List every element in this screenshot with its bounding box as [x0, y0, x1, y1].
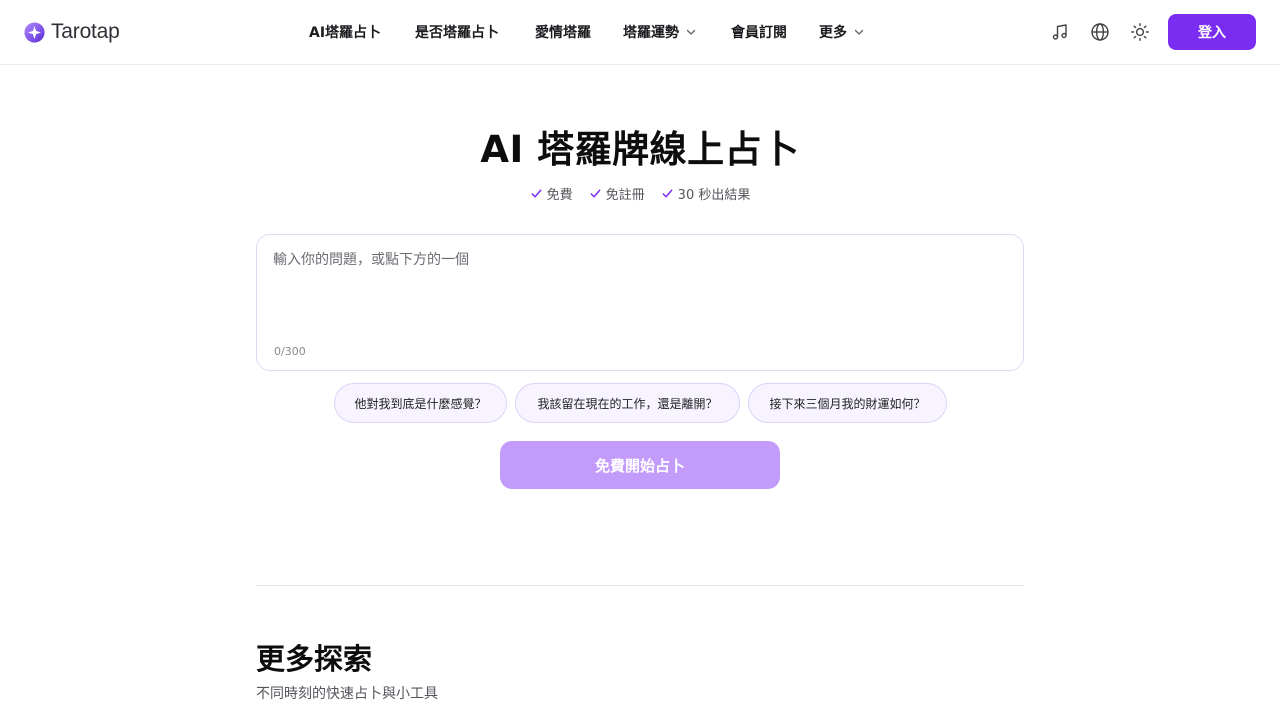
theme-toggle-button[interactable]	[1128, 20, 1152, 44]
nav-item-more[interactable]: 更多	[819, 22, 865, 42]
suggestion-chip[interactable]: 接下來三個月我的財運如何？	[748, 383, 947, 423]
nav-item-label: 愛情塔羅	[535, 25, 591, 41]
check-icon	[531, 189, 542, 197]
start-reading-button[interactable]: 免費開始占卜	[500, 441, 780, 489]
section-divider	[256, 585, 1024, 586]
feature-label: 30 秒出結果	[677, 187, 751, 203]
check-icon	[590, 189, 601, 197]
nav-item-membership[interactable]: 會員訂閱	[731, 22, 787, 42]
chevron-down-icon	[686, 29, 696, 35]
feature-item: 免費	[530, 183, 573, 203]
explore-section-subtitle: 不同時刻的快速占卜與小工具	[256, 686, 438, 702]
brand-logo-link[interactable]: Tarotap	[24, 19, 120, 45]
suggestion-chip[interactable]: 他對我到底是什麼感覺？	[334, 383, 507, 423]
login-button[interactable]: 登入	[1168, 14, 1256, 50]
music-icon	[1052, 24, 1067, 40]
nav-item-tarot-fortune[interactable]: 塔羅運勢	[623, 22, 697, 42]
nav-item-ai-tarot[interactable]: AI塔羅占卜	[309, 22, 381, 42]
nav-item-label: 是否塔羅占卜	[415, 25, 499, 41]
page-title: AI 塔羅牌線上占卜	[480, 128, 800, 171]
feature-list: 免費 免註冊 30 秒出結果	[0, 183, 1280, 203]
music-toggle-button[interactable]	[1048, 20, 1072, 44]
char-counter: 0/300	[274, 345, 306, 358]
suggestion-chip[interactable]: 我該留在現在的工作，還是離開？	[515, 383, 740, 423]
top-nav-bar: Tarotap AI塔羅占卜 是否塔羅占卜 愛情塔羅 塔羅運勢 會員訂閱 更多	[0, 0, 1280, 65]
check-icon	[662, 189, 673, 197]
globe-icon	[1091, 23, 1109, 41]
brand-name: Tarotap	[51, 20, 120, 43]
explore-section-title: 更多探索	[256, 642, 373, 676]
nav-item-label: AI塔羅占卜	[309, 25, 382, 41]
nav-item-yes-no-tarot[interactable]: 是否塔羅占卜	[415, 22, 499, 42]
feature-item: 30 秒出結果	[661, 183, 751, 203]
language-button[interactable]	[1088, 20, 1112, 44]
feature-item: 免註冊	[589, 183, 645, 203]
question-box: 0/300	[256, 234, 1024, 371]
tarotap-logo-icon	[24, 21, 45, 43]
chevron-down-icon	[854, 29, 864, 35]
feature-label: 免費	[546, 187, 573, 203]
sun-icon	[1131, 23, 1149, 41]
nav-item-label: 塔羅運勢	[623, 25, 679, 41]
nav-item-love-tarot[interactable]: 愛情塔羅	[535, 22, 591, 42]
feature-label: 免註冊	[605, 187, 645, 203]
nav-item-label: 會員訂閱	[731, 25, 787, 41]
nav-item-label: 更多	[819, 25, 847, 41]
question-input[interactable]	[273, 249, 1009, 329]
